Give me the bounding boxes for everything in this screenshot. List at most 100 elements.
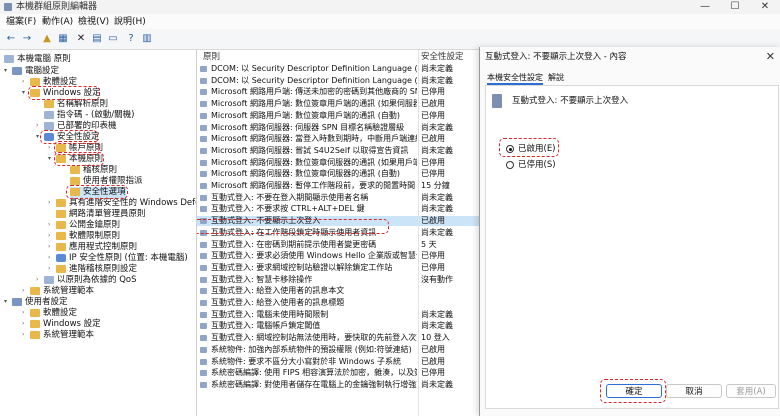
cancel-button[interactable]: 取消 [666, 384, 722, 398]
expand-icon[interactable]: › [48, 264, 50, 274]
table-row[interactable]: 互動式登入: 給登入使用者的訊息本文 [197, 286, 479, 296]
tree-item-account-policies[interactable]: 帳戶原則 [56, 143, 103, 154]
table-row[interactable]: Microsoft 網路伺服器: 嘗試 S4U2Self 以取得宣告資訊 尚未定義 [197, 146, 479, 156]
tree-item-ip-security[interactable]: IP 安全性原則 (位置: 本機電腦) [56, 253, 188, 264]
expand-icon[interactable]: › [22, 308, 24, 318]
back-icon[interactable]: ← [4, 32, 18, 46]
expand-icon[interactable]: › [48, 198, 50, 208]
table-row[interactable]: Microsoft 網路用戶端: 數位簽章用戶端的通訊 (如果伺服器... 已啟用 [197, 99, 479, 109]
menu-file[interactable]: 檔案(F) [6, 16, 36, 28]
tree-item-security-options[interactable]: 安全性選項 [70, 187, 126, 198]
tree-item-computer-config[interactable]: 電腦設定 [12, 66, 59, 77]
tree-item-name-resolution[interactable]: 名稱解析原則 [44, 99, 108, 110]
tree-item-defender-firewall[interactable]: 具有進階安全性的 Windows Defender [56, 198, 196, 209]
expand-icon[interactable]: ▾ [36, 132, 39, 142]
table-row[interactable]: 互動式登入: 在密碼到期前提示使用者變更密碼 5 天 [197, 240, 479, 250]
expand-icon[interactable]: ▾ [4, 297, 7, 307]
expand-icon[interactable]: › [48, 253, 50, 263]
table-row[interactable]: 互動式登入: 電腦未使用時間限制 尚未定義 [197, 310, 479, 320]
expand-icon[interactable]: › [36, 275, 38, 285]
tree-item-security-settings[interactable]: 安全性設定 [44, 132, 100, 143]
tree-item-audit-policy[interactable]: 稽核原則 [70, 165, 117, 176]
tree-item-software-restriction[interactable]: 軟體限制原則 [56, 231, 120, 242]
tree-item-public-key[interactable]: 公開金鑰原則 [56, 220, 120, 231]
expand-icon[interactable]: ▾ [48, 154, 51, 164]
table-row[interactable]: Microsoft 網路用戶端: 數位簽章用戶端的通訊 (自動) 已停用 [197, 111, 479, 121]
export-icon[interactable]: ▭ [106, 32, 120, 46]
table-row[interactable]: 互動式登入: 要求網域控制站驗證以解除鎖定工作站 已停用 [197, 263, 479, 273]
table-row[interactable]: 互動式登入: 不要顯示上次登入 已啟用 [197, 216, 479, 227]
ok-button[interactable]: 確定 [606, 384, 662, 398]
tree-item-user-config[interactable]: 使用者設定 [12, 297, 68, 308]
table-row[interactable]: Microsoft 網路伺服器: 伺服器 SPN 目標名稱驗證層級 尚未定義 [197, 123, 479, 133]
table-row[interactable]: Microsoft 網路用戶端: 傳送未加密的密碼到其他廠商的 SM... 已停用 [197, 87, 479, 97]
expand-icon[interactable]: › [22, 77, 24, 87]
table-row[interactable]: 互動式登入: 在工作階段鎖定時顯示使用者資訊 尚未定義 [197, 228, 479, 238]
expand-icon[interactable]: ▾ [22, 88, 25, 98]
tree-item-local-policy[interactable]: 本機電腦 原則 [4, 54, 71, 65]
table-row[interactable]: DCOM: 以 Security Descriptor Definition L… [197, 76, 479, 86]
tab-local-security-setting[interactable]: 本機安全性設定 [487, 73, 543, 85]
expand-icon[interactable]: › [48, 231, 50, 241]
expand-icon[interactable]: › [48, 143, 50, 153]
table-row[interactable]: 系統密碼編譯: 使用 FIPS 相容演算法於加密，雜湊，以及簽章 已停用 [197, 368, 479, 378]
table-row[interactable]: 互動式登入: 智慧卡移除操作 沒有動作 [197, 275, 479, 285]
table-row[interactable]: Microsoft 網路伺服器: 數位簽章伺服器的通訊 (如果用戶端... 已停用 [197, 158, 479, 168]
show-pane-icon[interactable]: ▥ [140, 32, 154, 46]
help-icon[interactable]: ? [124, 32, 138, 46]
enabled-label[interactable]: 已啟用(E) [518, 144, 556, 154]
menu-action[interactable]: 動作(A) [42, 16, 73, 28]
tree-item-user-software-settings[interactable]: 軟體設定 [30, 308, 77, 319]
disabled-radio[interactable] [506, 161, 514, 169]
table-row[interactable]: DCOM: 以 Security Descriptor Definition L… [197, 64, 479, 74]
expand-icon[interactable]: › [22, 330, 24, 340]
properties-icon[interactable]: ▤ [90, 32, 104, 46]
table-row[interactable]: 互動式登入: 不要在登入期間顯示使用者名稱 尚未定義 [197, 193, 479, 203]
expand-icon[interactable]: ▾ [4, 66, 7, 76]
minimize-icon[interactable]: — [690, 0, 720, 14]
column-header-policy[interactable]: 原則 [203, 52, 220, 62]
tree-item-user-admin-templates[interactable]: 系統管理範本 [30, 330, 94, 341]
tree-item-app-control[interactable]: 應用程式控制原則 [56, 242, 137, 253]
delete-icon[interactable]: ✕ [74, 32, 88, 46]
close-icon[interactable]: ✕ [766, 50, 775, 63]
table-row[interactable]: 互動式登入: 網域控制站無法使用時，要快取的先前登入次數 10 登入 [197, 333, 479, 343]
maximize-icon[interactable]: ☐ [720, 0, 750, 14]
column-header-setting[interactable]: 安全性設定 [421, 52, 464, 62]
tree-item-admin-templates[interactable]: 系統管理範本 [30, 286, 94, 297]
table-row[interactable]: Microsoft 網路伺服器: 暫停工作階段前，要求的閒置時間 15 分鐘 [197, 181, 479, 191]
tree-item-network-list[interactable]: 網路清單管理員原則 [56, 209, 146, 220]
tree-item-user-windows-settings[interactable]: Windows 設定 [30, 319, 101, 330]
table-row[interactable]: 互動式登入: 給登入使用者的訊息標題 [197, 298, 479, 308]
expand-icon[interactable]: › [48, 242, 50, 252]
tree-item-deployed-printers[interactable]: 已部署的印表機 [44, 121, 117, 132]
tree-item-local-policies[interactable]: 本機原則 [56, 154, 103, 165]
apply-button[interactable]: 套用(A) [726, 384, 776, 398]
table-row[interactable]: 互動式登入: 要求必須使用 Windows Hello 企業版或智慧卡 已停用 [197, 251, 479, 261]
table-row[interactable]: Microsoft 網路伺服器: 當登入時數到期時，中斷用戶端連線 已啟用 [197, 134, 479, 144]
disabled-label[interactable]: 已停用(S) [518, 160, 556, 170]
menu-view[interactable]: 檢視(V) [78, 16, 109, 28]
tree-item-advanced-audit[interactable]: 進階稽核原則設定 [56, 264, 137, 275]
table-row[interactable]: 系統密碼編譯: 對使用者儲存在電腦上的金鑰強制執行增強式... 尚未定義 [197, 380, 479, 390]
enabled-radio[interactable] [506, 145, 514, 153]
menu-help[interactable]: 說明(H) [114, 16, 146, 28]
tree-item-software-settings[interactable]: 軟體設定 [30, 77, 77, 88]
up-folder-icon[interactable]: ▲ [40, 32, 54, 46]
table-row[interactable]: 互動式登入: 電腦帳戶鎖定閾值 尚未定義 [197, 321, 479, 331]
close-icon[interactable]: ✕ [750, 0, 780, 14]
tree-item-scripts[interactable]: 指令碼 - (啟動/關機) [44, 110, 134, 121]
table-row[interactable]: 互動式登入: 不要求按 CTRL+ALT+DEL 鍵 尚未定義 [197, 204, 479, 214]
expand-icon[interactable]: › [36, 121, 38, 131]
expand-icon[interactable]: › [22, 319, 24, 329]
table-row[interactable]: 系統物件: 要求不區分大小寫對於非 Windows 子系統 已啟用 [197, 357, 479, 367]
tree-item-user-rights[interactable]: 使用者權限指派 [70, 176, 143, 187]
show-tree-icon[interactable]: ▦ [56, 32, 70, 46]
table-row[interactable]: 系統物件: 加強內部系統物件的預設權限 (例如:符號連結) 已啟用 [197, 345, 479, 355]
table-row[interactable]: Microsoft 網路伺服器: 數位簽章伺服器的通訊 (自動) 已停用 [197, 169, 479, 179]
forward-icon[interactable]: → [20, 32, 34, 46]
tab-explain[interactable]: 解說 [548, 73, 564, 83]
expand-icon[interactable]: › [22, 286, 24, 296]
tree-item-windows-settings[interactable]: Windows 設定 [30, 88, 101, 99]
expand-icon[interactable]: › [48, 220, 50, 230]
